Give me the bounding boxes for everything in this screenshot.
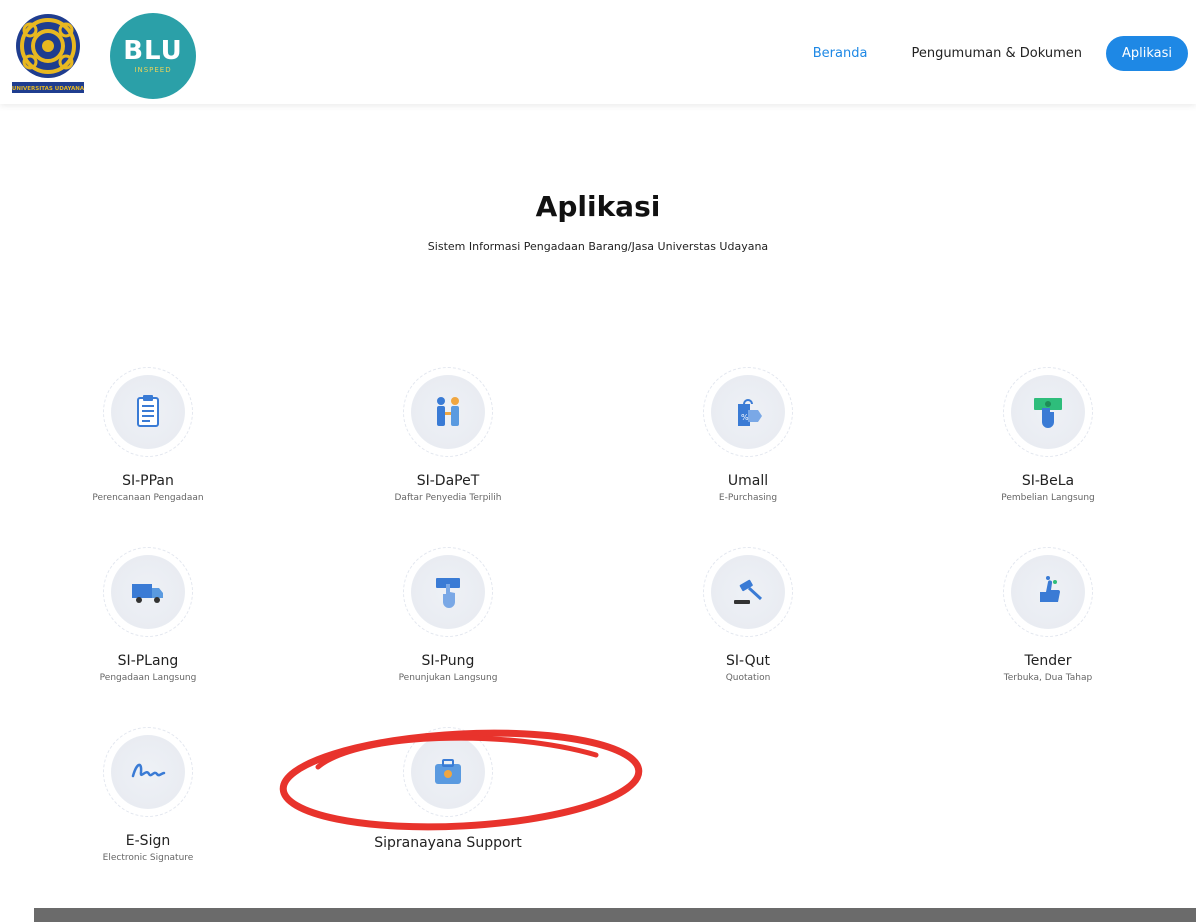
app-name: E-Sign (125, 833, 171, 849)
app-card-si-dapet[interactable]: SI-DaPeT Daftar Penyedia Terpilih (348, 367, 548, 503)
gavel-icon (703, 547, 793, 637)
app-description: Daftar Penyedia Terpilih (394, 493, 502, 503)
app-name: Tender (1024, 653, 1072, 669)
logo-blu-main: BLU (123, 36, 183, 66)
app-name: Umall (727, 473, 769, 489)
app-name: SI-Pung (421, 653, 475, 669)
app-description: Penunjukan Langsung (398, 673, 498, 683)
nav-button-aplikasi[interactable]: Aplikasi (1105, 36, 1188, 71)
header: UNIVERSITAS UDAYANA BLU INSPEED Beranda … (0, 0, 1196, 104)
app-card-si-plang[interactable]: SI-PLang Pengadaan Langsung (48, 547, 248, 683)
footer-bar (34, 908, 1196, 922)
app-card-si-ppan[interactable]: SI-PPan Perencanaan Pengadaan (48, 367, 248, 503)
briefcase-icon (403, 727, 493, 817)
app-name: SI-PPan (122, 473, 174, 489)
nav-link-beranda[interactable]: Beranda (813, 46, 868, 61)
truck-icon (103, 547, 193, 637)
nav-link-pengumuman-dokumen[interactable]: Pengumuman & Dokumen (911, 46, 1082, 61)
app-card-tender[interactable]: Tender Terbuka, Dua Tahap (948, 547, 1148, 683)
app-name: SI-PLang (117, 653, 179, 669)
thumbs-up-icon (1003, 547, 1093, 637)
universitas-udayana-logo[interactable]: UNIVERSITAS UDAYANA (10, 10, 86, 96)
app-card-si-pung[interactable]: SI-Pung Penunjukan Langsung (348, 547, 548, 683)
app-card-si-qut[interactable]: SI-Qut Quotation (648, 547, 848, 683)
app-card-si-bela[interactable]: SI-BeLa Pembelian Langsung (948, 367, 1148, 503)
shopping-tag-icon: % (703, 367, 793, 457)
clipboard-icon (103, 367, 193, 457)
people-icon (403, 367, 493, 457)
app-name: SI-BeLa (1021, 473, 1075, 489)
svg-text:%: % (741, 413, 749, 422)
app-description: Pengadaan Langsung (99, 673, 197, 683)
app-description: Pembelian Langsung (1001, 493, 1095, 503)
blu-inspeed-logo[interactable]: BLU INSPEED (110, 13, 196, 99)
app-name: SI-Qut (726, 653, 770, 669)
app-name: SI-DaPeT (416, 473, 480, 489)
logo-blu-sub: INSPEED (134, 66, 172, 74)
page-title: Aplikasi (535, 190, 661, 223)
app-name: Sipranayana Support (374, 835, 522, 851)
page-subtitle: Sistem Informasi Pengadaan Barang/Jasa U… (427, 240, 769, 253)
money-hand-icon (1003, 367, 1093, 457)
app-description: Electronic Signature (102, 853, 194, 863)
app-description: Quotation (725, 673, 771, 683)
pointing-hand-icon (403, 547, 493, 637)
app-description: E-Purchasing (718, 493, 778, 503)
main-nav: Beranda Pengumuman & Dokumen Aplikasi (813, 36, 1188, 71)
app-card-sipranayana-support[interactable]: Sipranayana Support (348, 727, 548, 851)
app-card-umall[interactable]: % Umall E-Purchasing (648, 367, 848, 503)
app-description: Perencanaan Pengadaan (92, 493, 204, 503)
signature-icon (103, 727, 193, 817)
app-description: Terbuka, Dua Tahap (1003, 673, 1093, 683)
logo-unud-text: UNIVERSITAS UDAYANA (12, 86, 85, 92)
app-card-e-sign[interactable]: E-Sign Electronic Signature (48, 727, 248, 863)
